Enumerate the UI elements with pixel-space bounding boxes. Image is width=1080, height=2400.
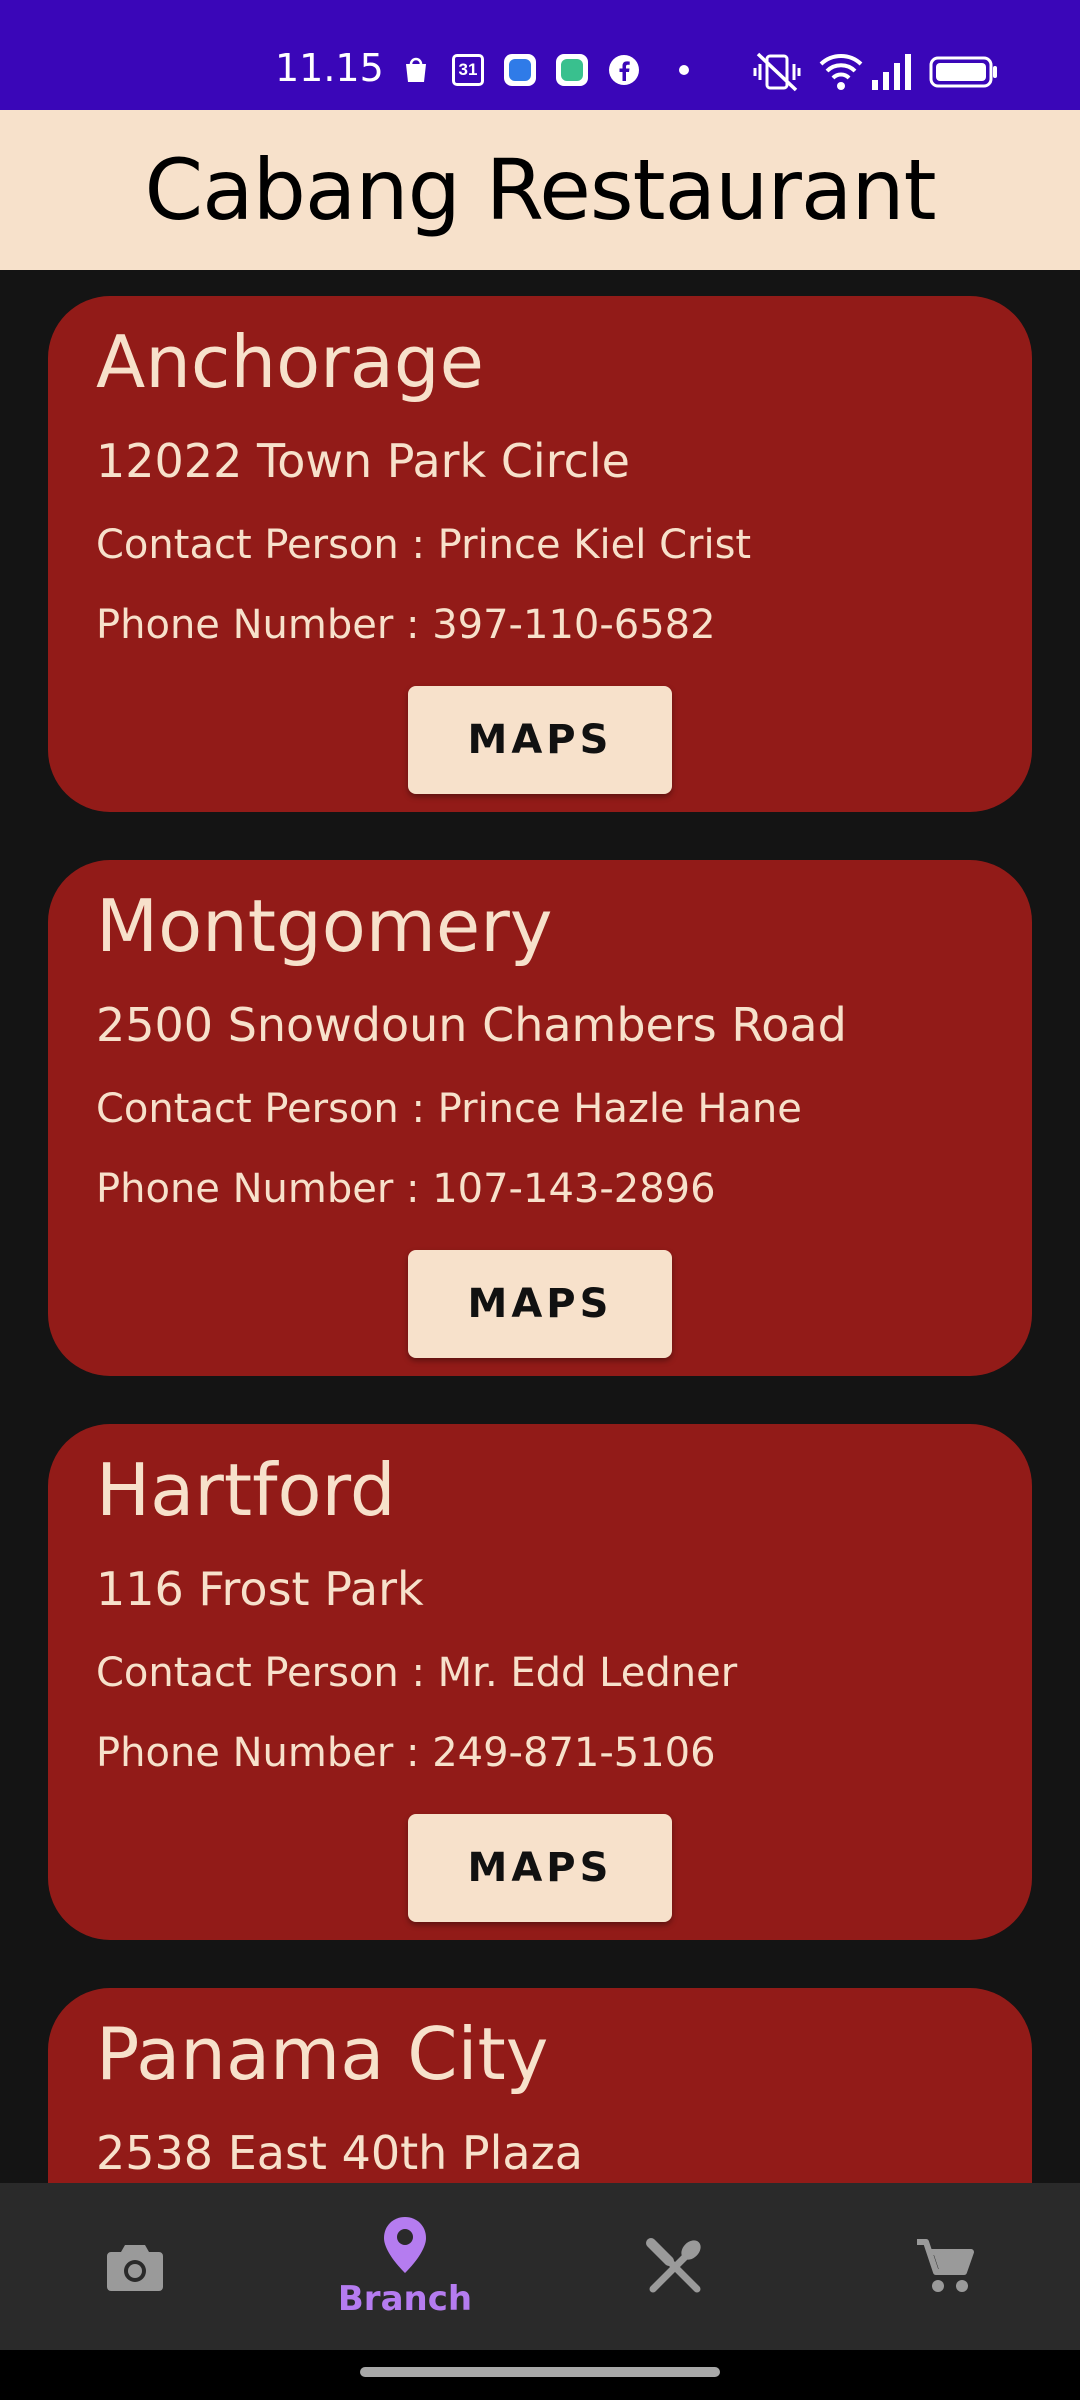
camera-icon	[107, 2244, 163, 2291]
branch-address: 12022 Town Park Circle	[96, 434, 630, 488]
branch-card: Hartford 116 Frost Park Contact Person :…	[48, 1424, 1032, 1940]
branch-card: Anchorage 12022 Town Park Circle Contact…	[48, 296, 1032, 812]
screen: 11.15 31 Cabang Restaurant Anchorage 120…	[0, 0, 1080, 2400]
branch-phone: Phone Number : 107-143-2896	[96, 1166, 716, 1212]
branch-city: Hartford	[96, 1448, 396, 1532]
page-title: Cabang Restaurant	[144, 141, 936, 239]
branch-city: Montgomery	[96, 884, 553, 968]
cart-icon	[917, 2238, 974, 2292]
branch-address: 2538 East 40th Plaza	[96, 2126, 583, 2180]
branch-card: Montgomery 2500 Snowdoun Chambers Road C…	[48, 860, 1032, 1376]
branch-contact: Contact Person : Prince Hazle Hane	[96, 1086, 802, 1132]
battery-icon	[929, 56, 997, 88]
bottom-navigation: Branch	[0, 2183, 1080, 2350]
calendar-day: 31	[458, 60, 478, 79]
app-bar: Cabang Restaurant	[0, 110, 1080, 270]
branch-phone: Phone Number : 249-871-5106	[96, 1730, 716, 1776]
nav-item-camera[interactable]	[0, 2183, 270, 2350]
branch-address: 2500 Snowdoun Chambers Road	[96, 998, 847, 1052]
facebook-icon	[609, 55, 639, 85]
signal-icon	[872, 54, 911, 90]
maps-button[interactable]: MAPS	[408, 1250, 672, 1358]
dot-icon	[679, 65, 689, 75]
branch-address: 116 Frost Park	[96, 1562, 424, 1616]
status-bar: 11.15 31	[0, 0, 1080, 110]
calendar-icon: 31	[452, 54, 484, 86]
location-pin-icon	[384, 2216, 426, 2273]
app-icon	[504, 54, 536, 86]
nav-item-branch[interactable]: Branch	[270, 2183, 540, 2350]
branch-city: Anchorage	[96, 320, 484, 404]
restaurant-icon	[646, 2237, 701, 2292]
maps-button[interactable]: MAPS	[408, 686, 672, 794]
branch-list[interactable]: Anchorage 12022 Town Park Circle Contact…	[0, 270, 1080, 2183]
wifi-icon	[819, 54, 863, 90]
branch-phone: Phone Number : 397-110-6582	[96, 602, 716, 648]
branch-card: Panama City 2538 East 40th Plaza	[48, 1988, 1032, 2183]
home-indicator[interactable]	[360, 2367, 720, 2377]
branch-city: Panama City	[96, 2012, 549, 2096]
nav-item-menu[interactable]	[540, 2183, 810, 2350]
vibrate-off-icon	[753, 52, 801, 92]
nav-item-cart[interactable]	[810, 2183, 1080, 2350]
branch-contact: Contact Person : Mr. Edd Ledner	[96, 1650, 738, 1696]
app-icon	[556, 54, 588, 86]
branch-contact: Contact Person : Prince Kiel Crist	[96, 522, 752, 568]
shopping-bag-icon	[406, 57, 426, 82]
status-time: 11.15	[275, 46, 384, 90]
maps-button[interactable]: MAPS	[408, 1814, 672, 1922]
nav-label-branch: Branch	[337, 2278, 473, 2319]
